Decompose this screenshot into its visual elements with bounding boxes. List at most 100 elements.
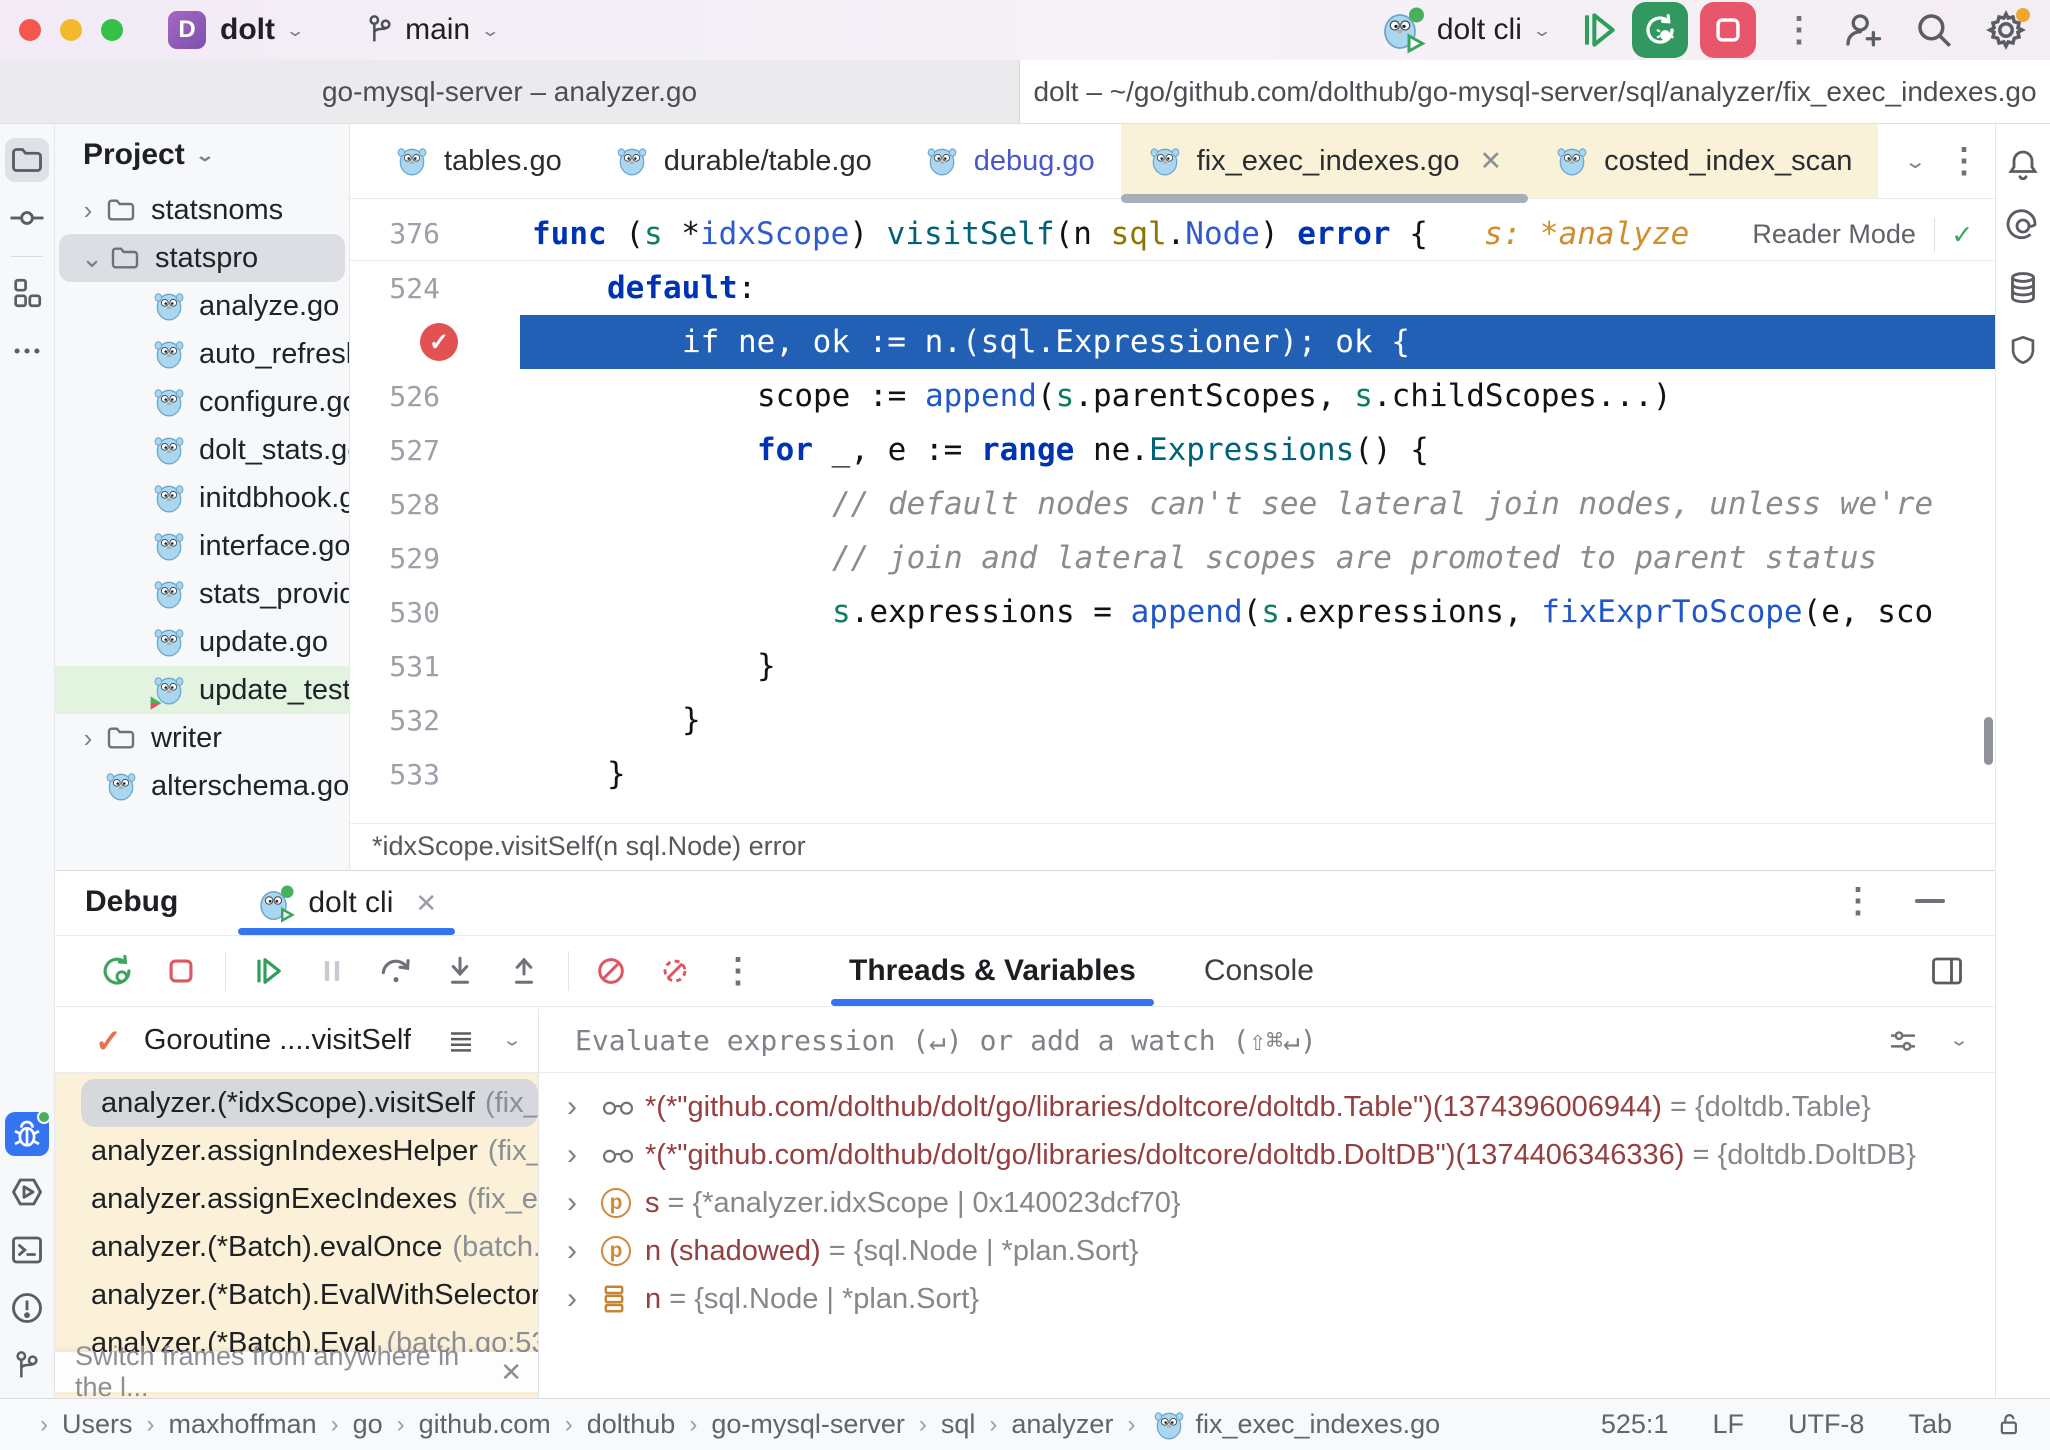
gutter[interactable]: 526 <box>350 369 520 423</box>
inspections-ok-icon[interactable]: ✓ <box>1953 217 1971 252</box>
code-with-me-button[interactable] <box>1836 4 1888 56</box>
dependencies-shield-button[interactable] <box>2001 328 2045 372</box>
run-config-selector[interactable]: dolt cli ⌄ <box>1379 6 1552 54</box>
stop-debug-button[interactable] <box>155 945 207 997</box>
project-panel-header[interactable]: Project ⌄ <box>55 124 349 186</box>
editor-tab-tables-go[interactable]: tables.go <box>368 124 588 198</box>
ai-assistant-button[interactable] <box>2001 204 2045 248</box>
chevron-down-icon[interactable]: ⌄ <box>502 1030 522 1050</box>
chevron-collapsed-icon[interactable]: › <box>567 1234 601 1268</box>
git-tool-button[interactable] <box>5 1344 49 1388</box>
gutter[interactable]: 529 <box>350 531 520 585</box>
notifications-bell-button[interactable] <box>2001 142 2045 186</box>
gutter[interactable]: 527 <box>350 423 520 477</box>
watch-row[interactable]: ›*(*"github.com/dolthub/dolt/go/librarie… <box>539 1083 1995 1131</box>
close-window-button[interactable] <box>19 19 41 41</box>
tree-item-configure-go[interactable]: configure.go <box>55 378 349 426</box>
rerun-debug-button[interactable] <box>1632 2 1688 58</box>
search-everywhere-button[interactable] <box>1908 4 1960 56</box>
gutter[interactable]: 530 <box>350 585 520 639</box>
tree-item-interface-go[interactable]: interface.go <box>55 522 349 570</box>
tree-item-auto-refresh-go[interactable]: auto_refresh.go <box>55 330 349 378</box>
status-path-breadcrumb[interactable]: ›Users›maxhoffman›go›github.com›dolthub›… <box>26 1407 1440 1443</box>
step-over-button[interactable] <box>370 945 422 997</box>
close-icon[interactable]: ✕ <box>415 888 437 919</box>
step-out-button[interactable] <box>498 945 550 997</box>
stack-frame[interactable]: analyzer.assignExecIndexes(fix_exe <box>55 1175 538 1223</box>
tree-item-stats-provider-go[interactable]: stats_provider.go <box>55 570 349 618</box>
commit-tool-button[interactable] <box>5 196 49 240</box>
stack-frame[interactable]: analyzer.(*idxScope).visitSelf(fix_e <box>81 1079 538 1127</box>
minimize-window-button[interactable] <box>60 19 82 41</box>
caret-position[interactable]: 525:1 <box>1601 1409 1669 1440</box>
chevron-collapsed-icon[interactable]: › <box>567 1090 601 1124</box>
breadcrumb-file[interactable]: fix_exec_indexes.go <box>1195 1409 1440 1440</box>
frames-filter-icon[interactable] <box>446 1026 476 1056</box>
debug-options-kebab[interactable]: ⋮ <box>1841 881 1875 921</box>
database-tool-button[interactable] <box>2001 266 2045 310</box>
gutter[interactable]: 532 <box>350 693 520 747</box>
breadcrumb-segment[interactable]: analyzer <box>1011 1409 1113 1440</box>
code-line[interactable]: 527for _, e := range ne.Expressions() { <box>350 423 1995 477</box>
unlocked-icon[interactable] <box>1996 1411 2024 1439</box>
watch-settings-icon[interactable] <box>1887 1025 1919 1057</box>
code-viewport[interactable]: 376func (s *idxScope) visitSelf(n sql.No… <box>350 199 1995 823</box>
close-icon[interactable]: ✕ <box>500 1357 522 1388</box>
method-breadcrumb[interactable]: *idxScope.visitSelf(n sql.Node) error <box>372 831 806 862</box>
evaluate-expression-bar[interactable]: Evaluate expression (↵) or add a watch (… <box>539 1009 1995 1073</box>
tree-item-dolt-stats-go[interactable]: dolt_stats.go <box>55 426 349 474</box>
layout-settings-button[interactable] <box>1929 953 1965 989</box>
breakpoint-icon[interactable] <box>420 323 458 361</box>
stack-frame[interactable]: analyzer.(*Batch).EvalWithSelector <box>55 1271 538 1319</box>
mute-breakpoints-button[interactable] <box>585 945 637 997</box>
pause-button[interactable] <box>306 945 358 997</box>
debug-session-tab[interactable]: dolt cli ✕ <box>238 871 455 935</box>
reader-mode-widget[interactable]: Reader Mode ✓ <box>1742 213 1981 256</box>
breadcrumb-segment[interactable]: go <box>353 1409 383 1440</box>
gutter[interactable]: 528 <box>350 477 520 531</box>
more-tools-button[interactable] <box>5 329 49 373</box>
gutter[interactable]: 533 <box>350 747 520 801</box>
breadcrumb-segment[interactable]: sql <box>941 1409 976 1440</box>
chevron-expanded-icon[interactable]: ⌄ <box>77 243 107 274</box>
tree-item-update-go[interactable]: update.go <box>55 618 349 666</box>
editor-tab-durable-table-go[interactable]: durable/table.go <box>588 124 898 198</box>
vcs-branch-widget[interactable]: main ⌄ <box>365 13 500 47</box>
file-encoding[interactable]: UTF-8 <box>1788 1409 1865 1440</box>
tree-item-statsnoms[interactable]: ›statsnoms <box>55 186 349 234</box>
chevron-collapsed-icon[interactable]: › <box>567 1186 601 1220</box>
code-line[interactable]: 533} <box>350 747 1995 801</box>
code-line[interactable]: 531} <box>350 639 1995 693</box>
editor-tab-fix-exec-indexes-go[interactable]: fix_exec_indexes.go✕ <box>1121 124 1528 198</box>
tab-options-kebab[interactable]: ⋮ <box>1947 141 1981 181</box>
window-tab-active[interactable]: dolt – ~/go/github.com/dolthub/go-mysql-… <box>1020 60 2050 123</box>
chevron-down-icon[interactable]: ⌄ <box>1949 1030 1969 1050</box>
breadcrumb-segment[interactable]: Users <box>62 1409 133 1440</box>
tree-item-writer[interactable]: ›writer <box>55 714 349 762</box>
stack-frame[interactable]: analyzer.assignIndexesHelper(fix_e <box>55 1127 538 1175</box>
breadcrumb-segment[interactable]: go-mysql-server <box>711 1409 905 1440</box>
line-ending[interactable]: LF <box>1712 1409 1744 1440</box>
debug-tool-button[interactable] <box>5 1112 49 1156</box>
variable-row[interactable]: ›ps = {*analyzer.idxScope | 0x140023dcf7… <box>539 1179 1995 1227</box>
debug-tab-threads-variables[interactable]: Threads & Variables <box>815 936 1170 1006</box>
settings-button[interactable] <box>1980 4 2032 56</box>
debug-tab-console[interactable]: Console <box>1170 936 1348 1006</box>
chevron-collapsed-icon[interactable]: › <box>567 1138 601 1172</box>
variable-row[interactable]: ›pn (shadowed) = {sql.Node | *plan.Sort} <box>539 1227 1995 1275</box>
breadcrumb-segment[interactable]: maxhoffman <box>169 1409 317 1440</box>
gutter[interactable]: 531 <box>350 639 520 693</box>
code-line-current[interactable]: if ne, ok := n.(sql.Expressioner); ok { <box>350 315 1995 369</box>
stop-button[interactable] <box>1700 2 1756 58</box>
code-line[interactable]: 526scope := append(s.parentScopes, s.chi… <box>350 369 1995 423</box>
tree-item-alterschema-go[interactable]: alterschema.go <box>55 762 349 810</box>
debug-toolbar-kebab[interactable]: ⋮ <box>721 951 755 991</box>
variable-row[interactable]: ›n = {sql.Node | *plan.Sort} <box>539 1275 1995 1323</box>
indent-mode[interactable]: Tab <box>1908 1409 1952 1440</box>
terminal-tool-button[interactable] <box>5 1228 49 1272</box>
hidden-tabs-chevron-icon[interactable]: ⌄ <box>1904 149 1927 172</box>
step-into-button[interactable] <box>434 945 486 997</box>
gutter[interactable]: 376 <box>350 207 520 260</box>
stack-frame[interactable]: analyzer.(*Batch).evalOnce(batch.g <box>55 1223 538 1271</box>
tree-item-statspro[interactable]: ⌄statspro <box>59 234 345 282</box>
